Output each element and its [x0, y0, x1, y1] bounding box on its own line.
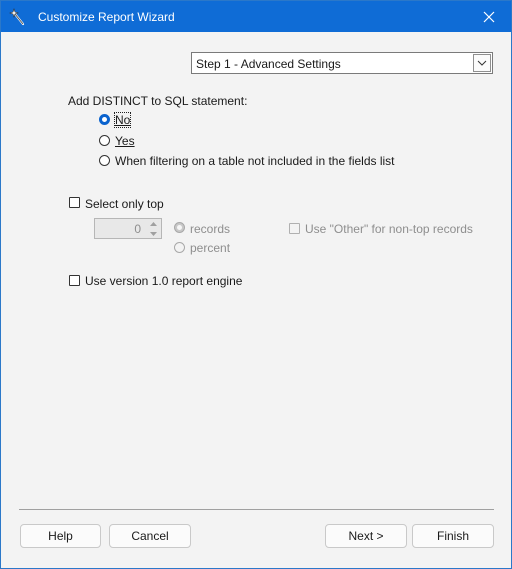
- percent-label[interactable]: percent: [190, 241, 230, 255]
- close-button[interactable]: [467, 1, 511, 32]
- distinct-no-radio[interactable]: [99, 114, 110, 125]
- report-engine-label[interactable]: Use version 1.0 report engine: [85, 274, 242, 288]
- records-label[interactable]: records: [190, 222, 230, 236]
- top-count-value: 0: [134, 222, 141, 236]
- distinct-yes-radio[interactable]: [99, 135, 110, 146]
- report-engine-checkbox[interactable]: [69, 275, 80, 286]
- stepper-down-button[interactable]: [146, 229, 161, 238]
- step-dropdown[interactable]: Step 1 - Advanced Settings: [191, 52, 493, 74]
- cancel-button[interactable]: Cancel: [109, 524, 191, 548]
- help-button[interactable]: Help: [20, 524, 101, 548]
- chevron-up-icon: [150, 221, 157, 226]
- next-button-label: Next >: [348, 529, 384, 543]
- use-other-label[interactable]: Use "Other" for non-top records: [305, 222, 473, 236]
- dropdown-button[interactable]: [473, 54, 491, 72]
- distinct-filtering-label[interactable]: When filtering on a table not included i…: [115, 154, 395, 168]
- help-button-label: Help: [48, 529, 73, 543]
- distinct-yes-label[interactable]: Yes: [115, 134, 135, 148]
- step-dropdown-value: Step 1 - Advanced Settings: [196, 57, 341, 71]
- distinct-filtering-radio[interactable]: [99, 155, 110, 166]
- close-icon: [483, 11, 495, 22]
- use-other-checkbox[interactable]: [289, 223, 300, 234]
- footer-divider: [19, 509, 494, 510]
- wizard-window: Customize Report Wizard Step 1 - Advance…: [0, 0, 512, 569]
- top-count-stepper[interactable]: 0: [94, 218, 162, 239]
- window-title: Customize Report Wizard: [38, 10, 175, 24]
- cancel-button-label: Cancel: [131, 529, 169, 543]
- records-radio[interactable]: [174, 222, 185, 233]
- percent-radio[interactable]: [174, 242, 185, 253]
- stepper-up-button[interactable]: [146, 219, 161, 228]
- select-top-label[interactable]: Select only top: [85, 197, 164, 211]
- distinct-label: Add DISTINCT to SQL statement:: [68, 94, 248, 108]
- finish-button-label: Finish: [436, 529, 469, 543]
- chevron-down-icon: [477, 60, 487, 66]
- title-bar[interactable]: Customize Report Wizard: [1, 1, 511, 32]
- wizard-wand-icon: [9, 8, 25, 26]
- next-button[interactable]: Next >: [325, 524, 407, 548]
- chevron-down-icon: [150, 231, 157, 236]
- select-top-checkbox[interactable]: [69, 197, 80, 208]
- finish-button[interactable]: Finish: [412, 524, 494, 548]
- distinct-no-label[interactable]: No: [113, 112, 132, 128]
